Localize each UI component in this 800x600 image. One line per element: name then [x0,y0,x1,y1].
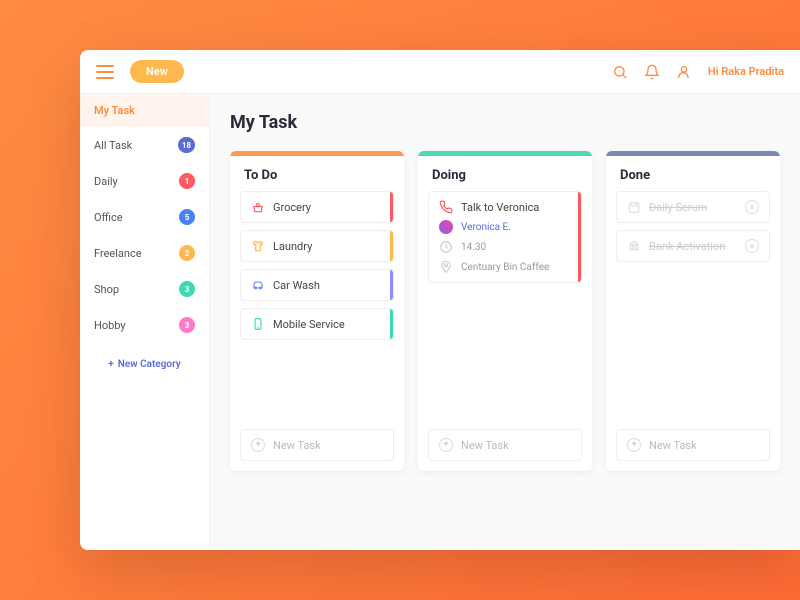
sidebar-item-all-task[interactable]: All Task 18 [80,127,209,163]
column-done: Done Daily Scrum × Bank Activation × + New … [606,151,780,471]
sidebar-item-daily[interactable]: Daily 1 [80,163,209,199]
avatar [439,220,453,234]
sidebar-item-label: Hobby [94,319,126,332]
location-icon [439,260,453,274]
calendar-icon [627,200,641,214]
user-icon[interactable] [676,64,692,80]
column-title: To Do [230,156,404,191]
clock-icon [439,240,453,254]
plus-icon: + [627,438,641,452]
task-person: Veronica E. [461,222,511,233]
bank-icon [627,239,641,253]
topbar: New Hi Raka Pradita [80,50,800,94]
task-stripe [390,231,393,261]
sidebar-item-label: Daily [94,175,118,188]
task-card[interactable]: Mobile Service [240,308,394,340]
close-icon[interactable]: × [745,239,759,253]
badge: 18 [178,137,195,153]
task-card-expanded[interactable]: Talk to Veronica Veronica E. 14.30 Centu… [428,191,582,283]
search-icon[interactable] [612,64,628,80]
page-title: My Task [230,112,780,133]
sidebar-item-label: Office [94,211,123,224]
task-label: Laundry [273,240,312,253]
sidebar-item-freelance[interactable]: Freelance 2 [80,235,209,271]
plus-icon: + [251,438,265,452]
badge: 3 [179,317,195,333]
task-time-row: 14.30 [439,240,571,254]
column-doing: Doing Talk to Veronica Veronica E. 14.30… [418,151,592,471]
new-task-button[interactable]: + New Task [428,429,582,461]
car-icon [251,278,265,292]
task-location-row: Centuary Bin Caffee [439,260,571,274]
task-label: Grocery [273,201,311,214]
badge: 1 [179,173,195,189]
sidebar-item-label: Freelance [94,247,142,260]
task-label: Bank Activation [649,240,725,253]
task-label: Daily Scrum [649,201,707,214]
sidebar-item-label: All Task [94,139,132,152]
new-category-button[interactable]: + New Category [80,343,209,386]
content: My Task To Do Grocery Laundry Car Wash M… [210,94,800,550]
app-window: New Hi Raka Pradita My Task All Task 18 D… [80,50,800,550]
basket-icon [251,200,265,214]
task-label: Car Wash [273,279,320,292]
task-label: Talk to Veronica [461,201,539,214]
kanban-columns: To Do Grocery Laundry Car Wash Mobile Se… [230,151,780,471]
task-stripe [390,192,393,222]
sidebar-item-office[interactable]: Office 5 [80,199,209,235]
column-todo: To Do Grocery Laundry Car Wash Mobile Se… [230,151,404,471]
phone-icon [251,317,265,331]
task-stripe [390,270,393,300]
task-card[interactable]: Car Wash [240,269,394,301]
badge: 5 [179,209,195,225]
task-location: Centuary Bin Caffee [461,262,549,273]
new-task-button[interactable]: + New Task [616,429,770,461]
plus-icon: + [108,359,114,370]
sidebar-item-shop[interactable]: Shop 3 [80,271,209,307]
sidebar-item-hobby[interactable]: Hobby 3 [80,307,209,343]
column-body: Daily Scrum × Bank Activation × [606,191,780,421]
sidebar-item-label: Shop [94,283,119,296]
close-icon[interactable]: × [745,200,759,214]
sidebar-item-label: My Task [94,104,135,117]
main-area: My Task All Task 18 Daily 1 Office 5 Freela… [80,94,800,550]
column-title: Doing [418,156,592,191]
new-task-label: New Task [273,439,321,452]
task-title-row: Talk to Veronica [439,200,571,214]
new-task-button[interactable]: + New Task [240,429,394,461]
bell-icon[interactable] [644,64,660,80]
greeting-text: Hi Raka Pradita [708,65,784,78]
topbar-actions: Hi Raka Pradita [612,64,784,80]
task-card[interactable]: Laundry [240,230,394,262]
menu-icon[interactable] [96,65,114,79]
sidebar: My Task All Task 18 Daily 1 Office 5 Freela… [80,94,210,550]
new-task-label: New Task [461,439,509,452]
task-stripe [578,192,581,282]
column-body: Talk to Veronica Veronica E. 14.30 Centu… [418,191,592,421]
task-card[interactable]: Grocery [240,191,394,223]
badge: 3 [179,281,195,297]
task-label: Mobile Service [273,318,345,331]
column-title: Done [606,156,780,191]
task-person-row: Veronica E. [439,220,571,234]
badge: 2 [179,245,195,261]
plus-icon: + [439,438,453,452]
shirt-icon [251,239,265,253]
phone-call-icon [439,200,453,214]
task-time: 14.30 [461,242,486,253]
new-category-label: New Category [118,359,181,370]
task-card-done[interactable]: Daily Scrum × [616,191,770,223]
column-body: Grocery Laundry Car Wash Mobile Service [230,191,404,421]
task-card-done[interactable]: Bank Activation × [616,230,770,262]
task-stripe [390,309,393,339]
new-button[interactable]: New [130,60,184,83]
new-task-label: New Task [649,439,697,452]
sidebar-item-my-task[interactable]: My Task [80,94,209,127]
